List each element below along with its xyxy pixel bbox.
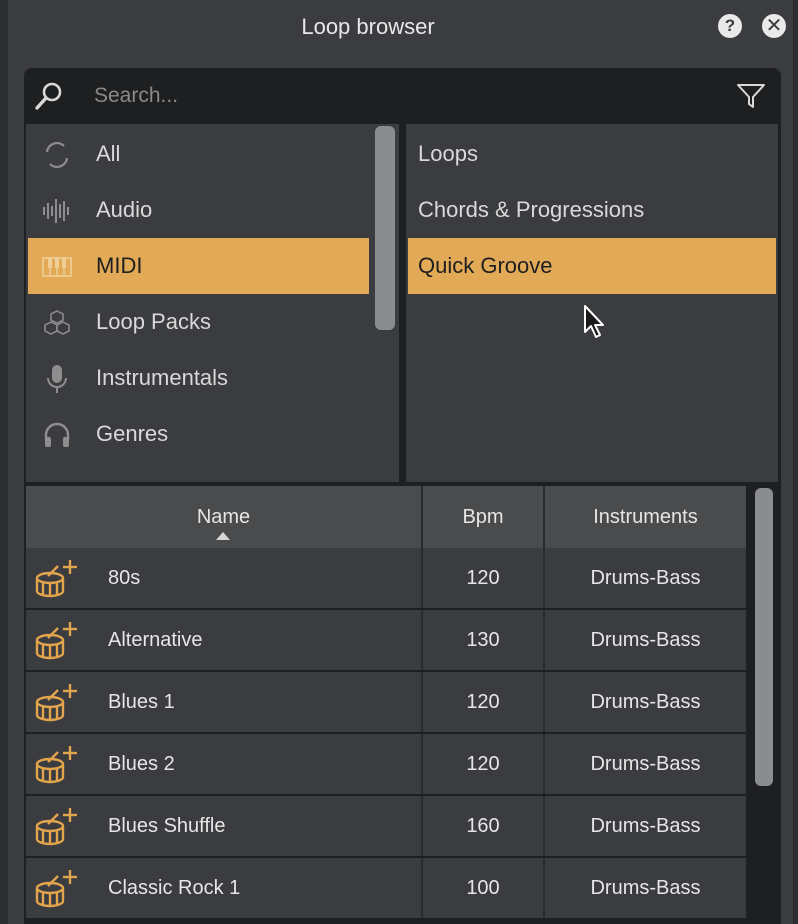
subcategory-label: Chords & Progressions xyxy=(418,197,645,222)
category-item-genres[interactable]: Genres xyxy=(28,406,369,462)
cell-name: Alternative xyxy=(26,610,423,670)
column-header-label: Instruments xyxy=(593,506,698,528)
microphone-icon xyxy=(47,365,67,393)
subcategory-item-quick-groove[interactable]: Quick Groove xyxy=(408,238,776,294)
drum-add-icon[interactable] xyxy=(34,620,80,662)
loop-name: Blues Shuffle xyxy=(108,815,226,837)
drum-add-icon[interactable] xyxy=(34,868,80,910)
mouse-cursor-icon xyxy=(584,305,604,338)
subcategory-item-chords-progressions[interactable]: Chords & Progressions xyxy=(408,182,776,238)
cell-bpm: 100 xyxy=(423,858,545,918)
sort-ascending-icon xyxy=(216,532,230,540)
table-row[interactable]: Blues 2 120 Drums-Bass xyxy=(26,734,746,794)
window-title: Loop browser xyxy=(301,14,435,39)
loop-browser-panel: All Audio M xyxy=(24,68,781,924)
category-label: Loop Packs xyxy=(96,309,211,334)
search-icon[interactable] xyxy=(33,80,65,112)
cell-name: Classic Rock 1 xyxy=(26,858,423,918)
category-label: All xyxy=(96,141,121,166)
category-list: All Audio MIDI Loop Packs Instrumentals … xyxy=(26,124,371,482)
loop-table: Name Bpm Instruments 80s 120 Drums-Bass … xyxy=(26,486,746,924)
table-row[interactable]: Blues Shuffle 160 Drums-Bass xyxy=(26,796,746,856)
table-row[interactable]: Classic Rock 1 100 Drums-Bass xyxy=(26,858,746,918)
window-left-edge xyxy=(0,0,8,924)
loop-name: Classic Rock 1 xyxy=(108,877,241,899)
loop-name: Alternative xyxy=(108,629,203,651)
keyboard-icon xyxy=(42,257,72,277)
cell-instruments: Drums-Bass xyxy=(590,753,701,775)
cell-instruments: Drums-Bass xyxy=(590,629,701,651)
search-bar xyxy=(24,68,781,124)
cell-instruments: Drums-Bass xyxy=(590,691,701,713)
loop-name: Blues 1 xyxy=(108,691,175,713)
table-row[interactable]: Blues 1 120 Drums-Bass xyxy=(26,672,746,732)
title-bar: Loop browser ? ✕ xyxy=(8,0,793,54)
table-scrollbar-thumb[interactable] xyxy=(755,488,773,786)
category-item-loop-packs[interactable]: Loop Packs xyxy=(28,294,369,350)
cubes-icon xyxy=(44,310,70,335)
category-label: Instrumentals xyxy=(96,365,229,390)
table-header: Name Bpm Instruments xyxy=(26,486,746,548)
headphones-icon xyxy=(44,422,70,447)
close-button[interactable]: ✕ xyxy=(762,14,786,38)
category-label: MIDI xyxy=(96,253,143,278)
cell-name: Blues Shuffle xyxy=(26,796,423,856)
table-row[interactable]: Alternative 130 Drums-Bass xyxy=(26,610,746,670)
cell-bpm: 160 xyxy=(423,796,545,856)
category-item-midi[interactable]: MIDI xyxy=(28,238,369,294)
category-scrollbar-thumb[interactable] xyxy=(375,126,395,330)
subcategory-label: Quick Groove xyxy=(418,253,553,278)
cell-instruments: Drums-Bass xyxy=(590,567,701,589)
search-input[interactable] xyxy=(94,80,694,112)
category-label: Genres xyxy=(96,421,169,446)
cell-bpm: 120 xyxy=(423,672,545,732)
loop-name: 80s xyxy=(108,567,141,589)
refresh-icon xyxy=(45,141,69,169)
cell-instruments: Drums-Bass xyxy=(590,877,701,899)
category-item-all[interactable]: All xyxy=(28,126,369,182)
cell-bpm: 130 xyxy=(423,610,545,670)
category-item-audio[interactable]: Audio xyxy=(28,182,369,238)
drum-add-icon[interactable] xyxy=(34,744,80,786)
loop-name: Blues 2 xyxy=(108,753,175,775)
subcategory-item-loops[interactable]: Loops xyxy=(408,126,776,182)
drum-add-icon[interactable] xyxy=(34,682,80,724)
column-header-bpm[interactable]: Bpm xyxy=(423,486,545,548)
category-item-instrumentals[interactable]: Instrumentals xyxy=(28,350,369,406)
subcategory-label: Loops xyxy=(418,141,478,166)
cell-bpm: 120 xyxy=(423,734,545,794)
column-header-label: Bpm xyxy=(462,506,504,528)
help-button[interactable]: ? xyxy=(718,14,742,38)
subcategory-list: Loops Chords & Progressions Quick Groove xyxy=(406,124,778,482)
cell-name: Blues 1 xyxy=(26,672,423,732)
column-header-instruments[interactable]: Instruments xyxy=(545,486,746,548)
waveform-icon xyxy=(43,199,69,223)
drum-add-icon[interactable] xyxy=(34,558,80,600)
drum-add-icon[interactable] xyxy=(34,806,80,848)
category-label: Audio xyxy=(96,197,153,222)
window-right-edge xyxy=(793,0,798,924)
filter-icon[interactable] xyxy=(735,80,767,112)
cell-name: Blues 2 xyxy=(26,734,423,794)
table-row[interactable]: 80s 120 Drums-Bass xyxy=(26,548,746,608)
cell-bpm: 120 xyxy=(423,548,545,608)
cell-name: 80s xyxy=(26,548,423,608)
cell-instruments: Drums-Bass xyxy=(590,815,701,837)
column-header-label: Name xyxy=(196,506,251,528)
